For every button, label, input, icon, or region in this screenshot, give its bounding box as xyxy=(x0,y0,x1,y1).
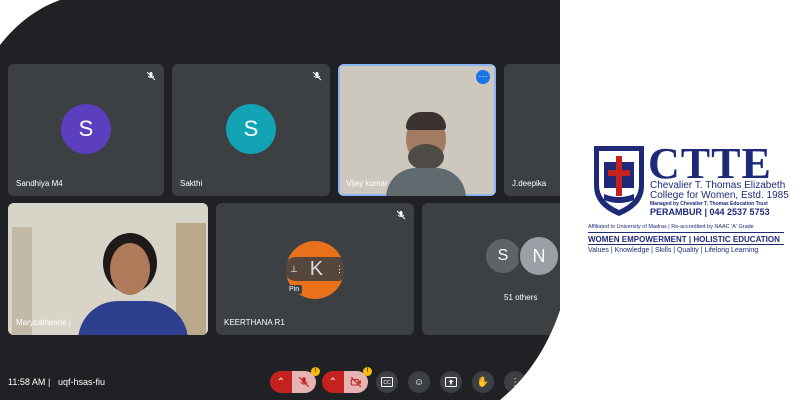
camera-off-icon xyxy=(350,376,362,388)
avatar-others-2: N xyxy=(518,235,560,277)
college-crest-icon xyxy=(594,146,644,216)
participant-tile-sandhiya[interactable]: S Sandhiya M4 xyxy=(8,64,164,196)
present-icon xyxy=(445,377,457,387)
chevron-up-icon: ⌃ xyxy=(276,376,286,388)
others-count: 51 others xyxy=(504,293,538,302)
separator: | xyxy=(48,377,51,387)
avatar-others-1: S xyxy=(484,237,522,275)
tile-hover-controls: ⊥ K ⋮ xyxy=(284,257,350,281)
present-screen-button[interactable] xyxy=(440,371,462,393)
person-head xyxy=(110,243,150,295)
participant-tile-marycatherine[interactable]: Marycatherine j xyxy=(8,203,208,335)
more-vert-icon[interactable]: ⋮ xyxy=(335,264,344,275)
meeting-window: S Sandhiya M4 S Sakthi ··· Vijay kumar J… xyxy=(0,0,560,400)
participant-tile-deepika[interactable]: J.deepika xyxy=(504,64,560,196)
warning-badge: ! xyxy=(311,367,320,376)
microphone-toggle-button[interactable]: ! xyxy=(292,371,316,393)
captions-button[interactable]: CC xyxy=(376,371,398,393)
more-options-button[interactable]: ⋮ xyxy=(504,371,526,393)
college-logo: CTTE Chevalier T. Thomas Elizabeth Colle… xyxy=(588,138,789,263)
college-values: Values | Knowledge | Skills | Quality | … xyxy=(588,247,759,254)
divider xyxy=(588,244,784,245)
screenshot-stage: S Sandhiya M4 S Sakthi ··· Vijay kumar J… xyxy=(0,0,800,400)
participant-name: Vijay kumar xyxy=(346,179,388,188)
participant-tile-keerthana[interactable]: ⊥ K ⋮ Pin KEERTHANA R1 xyxy=(216,203,414,335)
participant-name: Sandhiya M4 xyxy=(16,179,63,188)
more-options-icon[interactable]: ··· xyxy=(476,70,490,84)
mic-off-icon xyxy=(298,376,310,388)
college-name-line-2: College for Women, Estd. 1985 xyxy=(650,190,789,201)
mic-off-icon xyxy=(396,210,406,220)
emoji-icon: ☺ xyxy=(413,376,425,388)
participant-tile-others[interactable]: S N 51 others xyxy=(422,203,560,335)
divider xyxy=(588,232,784,233)
camera-toggle-button[interactable]: ! xyxy=(344,371,368,393)
chevron-up-icon: ⌃ xyxy=(328,376,338,388)
bottom-toolbar: 11:58 AM | uqf-hsas-fiu ⌃ ! ⌃ ! CC ☺ ✋ ⋮ xyxy=(0,368,560,400)
participant-name: Marycatherine j xyxy=(16,318,71,327)
pin-tooltip: Pin xyxy=(286,285,302,294)
avatar-initial: K xyxy=(309,257,324,280)
college-affiliation: Affiliated to University of Madras | Re-… xyxy=(588,224,754,230)
mic-off-icon xyxy=(312,71,322,81)
warning-badge: ! xyxy=(363,367,372,376)
avatar: S xyxy=(61,104,111,154)
avatar: S xyxy=(226,104,276,154)
person-beard xyxy=(408,144,444,170)
person-hair xyxy=(406,112,446,130)
camera-options-button[interactable]: ⌃ xyxy=(322,371,344,393)
college-tagline: WOMEN EMPOWERMENT | HOLISTIC EDUCATION xyxy=(588,235,780,244)
reactions-button[interactable]: ☺ xyxy=(408,371,430,393)
participant-name: KEERTHANA R1 xyxy=(224,318,285,327)
participant-tile-vijay[interactable]: ··· Vijay kumar xyxy=(338,64,496,196)
participant-name: Sakthi xyxy=(180,179,203,188)
current-time: 11:58 AM xyxy=(8,377,46,387)
mic-options-button[interactable]: ⌃ xyxy=(270,371,292,393)
svg-text:CC: CC xyxy=(383,380,391,386)
participant-name: J.deepika xyxy=(512,179,547,188)
meeting-code: uqf-hsas-fiu xyxy=(58,377,106,387)
closed-captions-icon: CC xyxy=(381,377,393,387)
hand-icon: ✋ xyxy=(476,376,490,388)
more-vert-icon: ⋮ xyxy=(510,376,520,388)
mic-off-icon xyxy=(146,71,156,81)
raise-hand-button[interactable]: ✋ xyxy=(472,371,494,393)
participant-tile-sakthi[interactable]: S Sakthi xyxy=(172,64,330,196)
college-location: PERAMBUR | 044 2537 5753 xyxy=(650,207,770,217)
pin-icon[interactable]: ⊥ xyxy=(290,264,298,275)
